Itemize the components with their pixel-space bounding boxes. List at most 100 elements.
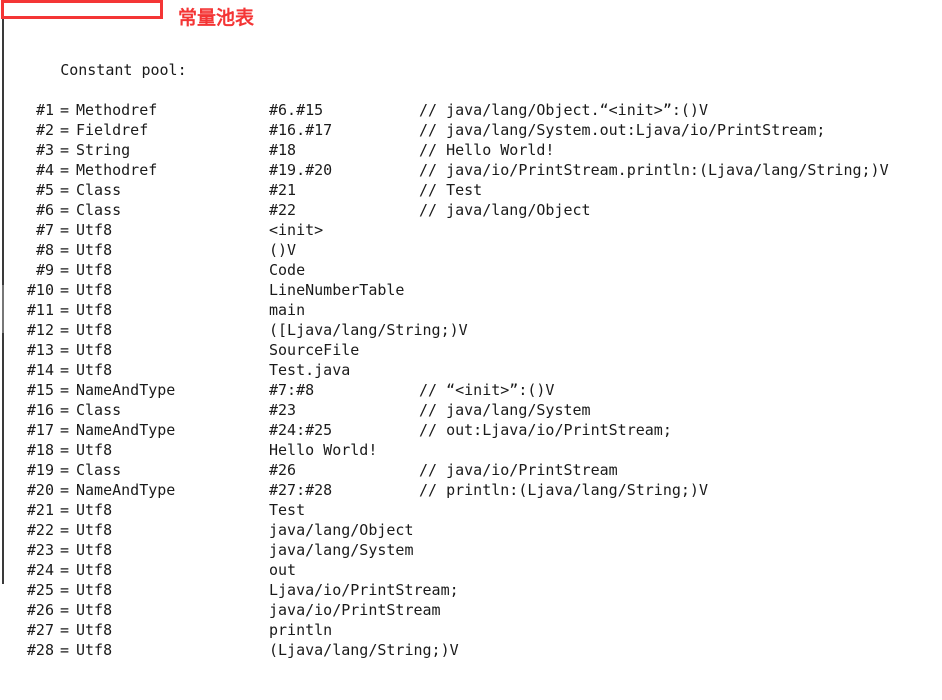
constant-pool-rows: #1 = Methodref #6.#15 // java/lang/Object.“<… xyxy=(0,100,942,660)
entry-comment: // println:(Ljava/lang/String;)V xyxy=(419,481,708,499)
entry-comment: // java/lang/Object xyxy=(419,201,591,219)
entry-type: Utf8 xyxy=(76,341,113,359)
entry-type: Utf8 xyxy=(76,321,113,339)
entry-value: #16.#17 xyxy=(269,121,333,139)
entry-value: println xyxy=(269,621,333,639)
entry-equals-sign: = xyxy=(60,261,70,279)
entry-index: #7 xyxy=(35,221,54,239)
entry-type: Utf8 xyxy=(76,541,113,559)
entry-type: Utf8 xyxy=(76,441,113,459)
entry-value: #23 xyxy=(269,401,297,419)
entry-value: Hello World! xyxy=(269,441,378,459)
entry-index: #13 xyxy=(26,341,54,359)
constant-pool-entry: #17 = NameAndType #24:#25 // out:Ljava/io/Pr… xyxy=(0,420,942,440)
entry-comment: // Hello World! xyxy=(419,141,555,159)
entry-index: #14 xyxy=(26,361,54,379)
entry-value: java/io/PrintStream xyxy=(269,601,441,619)
entry-equals-sign: = xyxy=(60,321,70,339)
entry-index: #1 xyxy=(35,101,54,119)
constant-pool-entry: #8 = Utf8 ()V xyxy=(0,240,942,260)
constant-pool-entry: #26 = Utf8 java/io/PrintStream xyxy=(0,600,942,620)
entry-index: #11 xyxy=(26,301,54,319)
entry-comment: // “<init>”:()V xyxy=(419,381,555,399)
constant-pool-entry: #18 = Utf8 Hello World! xyxy=(0,440,942,460)
entry-value: SourceFile xyxy=(269,341,360,359)
javap-output-screen: Constant pool: #1 = Methodref #6.#15 // java… xyxy=(0,0,942,659)
constant-pool-entry: #24 = Utf8 out xyxy=(0,560,942,580)
entry-value: #26 xyxy=(269,461,297,479)
entry-equals-sign: = xyxy=(60,181,70,199)
entry-equals-sign: = xyxy=(60,421,70,439)
entry-value: out xyxy=(269,561,297,579)
entry-index: #21 xyxy=(26,501,54,519)
entry-type: Class xyxy=(76,461,122,479)
entry-type: Methodref xyxy=(76,161,158,179)
entry-equals-sign: = xyxy=(60,221,70,239)
entry-equals-sign: = xyxy=(60,441,70,459)
entry-equals-sign: = xyxy=(60,501,70,519)
constant-pool-entry: #12 = Utf8 ([Ljava/lang/String;)V xyxy=(0,320,942,340)
entry-index: #5 xyxy=(35,181,54,199)
entry-value: ()V xyxy=(269,241,297,259)
entry-type: Utf8 xyxy=(76,521,113,539)
entry-equals-sign: = xyxy=(60,101,70,119)
entry-index: #10 xyxy=(26,281,54,299)
constant-pool-entry: #3 = String #18 // Hello World! xyxy=(0,140,942,160)
constant-pool-entry: #9 = Utf8 Code xyxy=(0,260,942,280)
entry-index: #24 xyxy=(26,561,54,579)
entry-equals-sign: = xyxy=(60,121,70,139)
entry-type: Fieldref xyxy=(76,121,149,139)
constant-pool-entry: #20 = NameAndType #27:#28 // println:(Ljava/… xyxy=(0,480,942,500)
entry-equals-sign: = xyxy=(60,561,70,579)
entry-type: Class xyxy=(76,181,122,199)
entry-value: LineNumberTable xyxy=(269,281,405,299)
entry-type: Utf8 xyxy=(76,581,113,599)
entry-equals-sign: = xyxy=(60,581,70,599)
entry-equals-sign: = xyxy=(60,301,70,319)
entry-comment: // java/lang/System xyxy=(419,401,591,419)
entry-index: #8 xyxy=(35,241,54,259)
constant-pool-entry: #2 = Fieldref #16.#17 // java/lang/System.ou… xyxy=(0,120,942,140)
entry-type: Methodref xyxy=(76,101,158,119)
entry-type: Class xyxy=(76,401,122,419)
entry-type: Utf8 xyxy=(76,621,113,639)
entry-type: Utf8 xyxy=(76,601,113,619)
entry-comment: // out:Ljava/io/PrintStream; xyxy=(419,421,672,439)
constant-pool-entry: #1 = Methodref #6.#15 // java/lang/Object.“<… xyxy=(0,100,942,120)
constant-pool-entry: #16 = Class #23 // java/lang/System xyxy=(0,400,942,420)
entry-index: #23 xyxy=(26,541,54,559)
entry-equals-sign: = xyxy=(60,281,70,299)
entry-value: #27:#28 xyxy=(269,481,333,499)
entry-type: NameAndType xyxy=(76,481,176,499)
entry-type: Utf8 xyxy=(76,261,113,279)
annotation-label: 常量池表 xyxy=(178,7,255,29)
constant-pool-entry: #15 = NameAndType #7:#8 // “<init>”:()V xyxy=(0,380,942,400)
entry-equals-sign: = xyxy=(60,601,70,619)
entry-value: #22 xyxy=(269,201,297,219)
entry-index: #19 xyxy=(26,461,54,479)
entry-index: #12 xyxy=(26,321,54,339)
constant-pool-entry: #21 = Utf8 Test xyxy=(0,500,942,520)
entry-type: Utf8 xyxy=(76,641,113,659)
constant-pool-entry: #19 = Class #26 // java/io/PrintStream xyxy=(0,460,942,480)
constant-pool-entry: #14 = Utf8 Test.java xyxy=(0,360,942,380)
entry-equals-sign: = xyxy=(60,521,70,539)
entry-value: java/lang/System xyxy=(269,541,414,559)
entry-value: #6.#15 xyxy=(269,101,324,119)
entry-value: Test xyxy=(269,501,306,519)
entry-comment: // java/io/PrintStream xyxy=(419,461,618,479)
entry-index: #17 xyxy=(26,421,54,439)
entry-equals-sign: = xyxy=(60,341,70,359)
entry-type: Utf8 xyxy=(76,501,113,519)
entry-type: Utf8 xyxy=(76,561,113,579)
constant-pool-entry: #6 = Class #22 // java/lang/Object xyxy=(0,200,942,220)
constant-pool-entry: #7 = Utf8 <init> xyxy=(0,220,942,240)
entry-value: #19.#20 xyxy=(269,161,333,179)
entry-index: #15 xyxy=(26,381,54,399)
entry-index: #26 xyxy=(26,601,54,619)
entry-index: #6 xyxy=(35,201,54,219)
constant-pool-entry: #4 = Methodref #19.#20 // java/io/PrintStrea… xyxy=(0,160,942,180)
entry-type: NameAndType xyxy=(76,421,176,439)
entry-equals-sign: = xyxy=(60,241,70,259)
entry-value: main xyxy=(269,301,306,319)
